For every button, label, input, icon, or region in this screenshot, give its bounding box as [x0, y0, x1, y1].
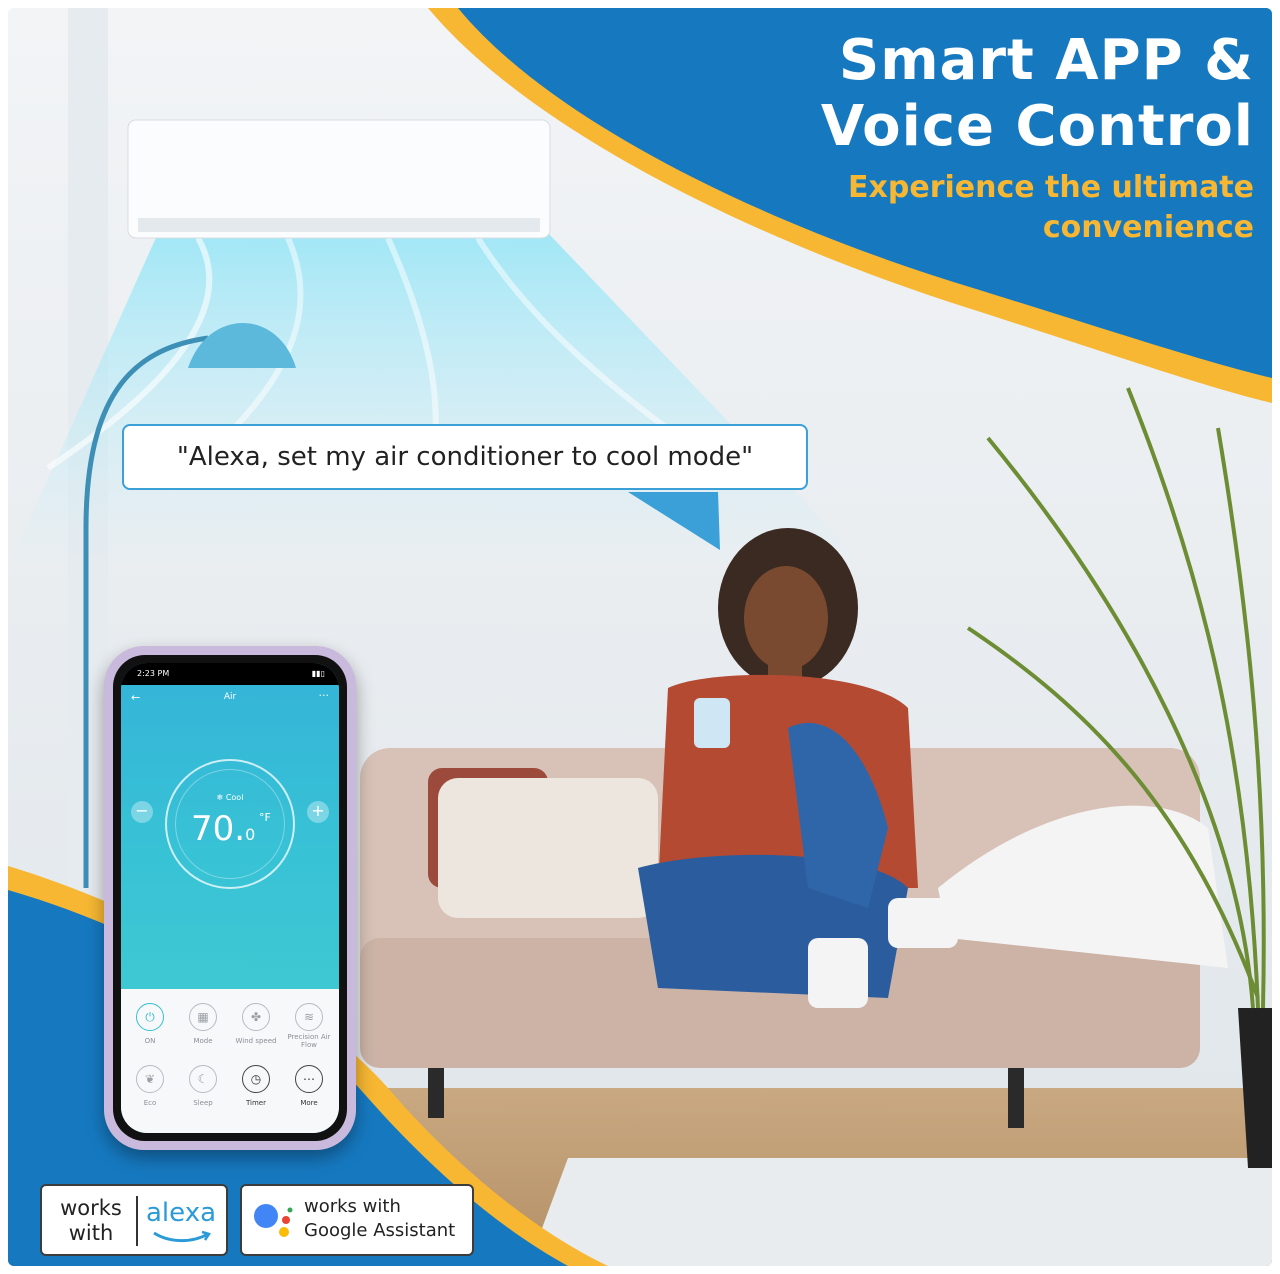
- google-works-with: works with: [304, 1196, 401, 1217]
- google-assistant-icon: [254, 1204, 293, 1237]
- app-bar: ← Air ···: [121, 689, 339, 709]
- cream-cushion: [438, 778, 658, 918]
- control-label: Precision Air Flow: [287, 1033, 331, 1049]
- smartphone: 2:23 PM ▮▮▯ ← Air ··· ❄ Cool 70.0 °F − +…: [104, 646, 356, 1150]
- speech-bubble: "Alexa, set my air conditioner to cool m…: [122, 424, 808, 490]
- ac-vent: [138, 218, 540, 232]
- battery-icon: ▮▮▯: [311, 669, 325, 678]
- more-dots-icon: ⋯: [295, 1065, 323, 1093]
- temperature-readout: 70.0: [191, 809, 255, 849]
- alexa-works: works: [60, 1196, 122, 1220]
- phone-bezel: 2:23 PM ▮▮▯ ← Air ··· ❄ Cool 70.0 °F − +…: [113, 655, 347, 1141]
- badge-divider: [136, 1196, 138, 1246]
- control-sleep[interactable]: ☾ Sleep: [176, 1065, 230, 1107]
- temperature-main: 70.: [191, 809, 246, 849]
- mode-grid-icon: ▦: [189, 1003, 217, 1031]
- increase-temp-button[interactable]: +: [307, 801, 329, 823]
- control-eco[interactable]: ❦ Eco: [123, 1065, 177, 1107]
- alexa-with: with: [68, 1221, 114, 1245]
- control-panel: ⏻ ON ▦ Mode ✤ Wind speed ≋ Precision Air…: [121, 989, 339, 1133]
- snowflake-icon: ❄: [216, 793, 226, 802]
- alexa-smile-icon: [153, 1230, 211, 1243]
- subheadline: Experience the ultimate convenience: [784, 168, 1254, 248]
- handheld-phone: [694, 698, 730, 748]
- control-label: Timer: [245, 1099, 266, 1107]
- alexa-wordmark: alexa: [146, 1198, 217, 1228]
- mode-label: Cool: [225, 793, 244, 802]
- headline-line-2: Voice Control: [820, 94, 1254, 159]
- control-mode[interactable]: ▦ Mode: [176, 1003, 230, 1045]
- leaf-icon: ❦: [136, 1065, 164, 1093]
- app-screen: 2:23 PM ▮▮▯ ← Air ··· ❄ Cool 70.0 °F − +…: [121, 663, 339, 1133]
- control-wind-speed[interactable]: ✤ Wind speed: [229, 1003, 283, 1045]
- control-label: Wind speed: [235, 1037, 277, 1045]
- rug: [528, 1158, 1272, 1266]
- control-more[interactable]: ⋯ More: [282, 1065, 336, 1107]
- alexa-works-with-text: works with: [52, 1196, 130, 1246]
- headline: Smart APP & Voice Control: [821, 28, 1254, 160]
- fan-icon: ✤: [242, 1003, 270, 1031]
- more-menu-icon[interactable]: ···: [319, 689, 330, 702]
- timer-icon: ◷: [242, 1065, 270, 1093]
- headline-line-1: Smart APP &: [838, 28, 1254, 93]
- phone-notch: [183, 663, 277, 683]
- control-timer[interactable]: ◷ Timer: [229, 1065, 283, 1107]
- control-label: More: [300, 1099, 318, 1107]
- status-time: 2:23 PM: [137, 669, 170, 678]
- moon-icon: ☾: [189, 1065, 217, 1093]
- control-label: ON: [144, 1037, 156, 1045]
- product-banner: Smart APP & Voice Control Experience the…: [0, 0, 1280, 1274]
- google-assistant-label: Google Assistant: [304, 1220, 456, 1241]
- decrease-temp-button[interactable]: −: [131, 801, 153, 823]
- control-precision-air-flow[interactable]: ≋ Precision Air Flow: [282, 1003, 336, 1049]
- temperature-unit: °F: [259, 811, 271, 824]
- subheadline-line-1: Experience the ultimate: [848, 170, 1254, 205]
- works-with-alexa-badge: works with alexa: [40, 1184, 228, 1256]
- control-label: Eco: [143, 1099, 157, 1107]
- power-icon: ⏻: [136, 1003, 164, 1031]
- subheadline-line-2: convenience: [1042, 210, 1254, 245]
- mode-indicator: ❄ Cool: [121, 793, 339, 802]
- app-title: Air: [223, 692, 237, 702]
- airflow-icon: ≋: [295, 1003, 323, 1031]
- control-on[interactable]: ⏻ ON: [123, 1003, 177, 1045]
- control-label: Sleep: [193, 1099, 213, 1107]
- temperature-decimal: 0: [245, 825, 256, 844]
- works-with-google-assistant-badge: works with Google Assistant: [240, 1184, 474, 1256]
- control-label: Mode: [193, 1037, 213, 1045]
